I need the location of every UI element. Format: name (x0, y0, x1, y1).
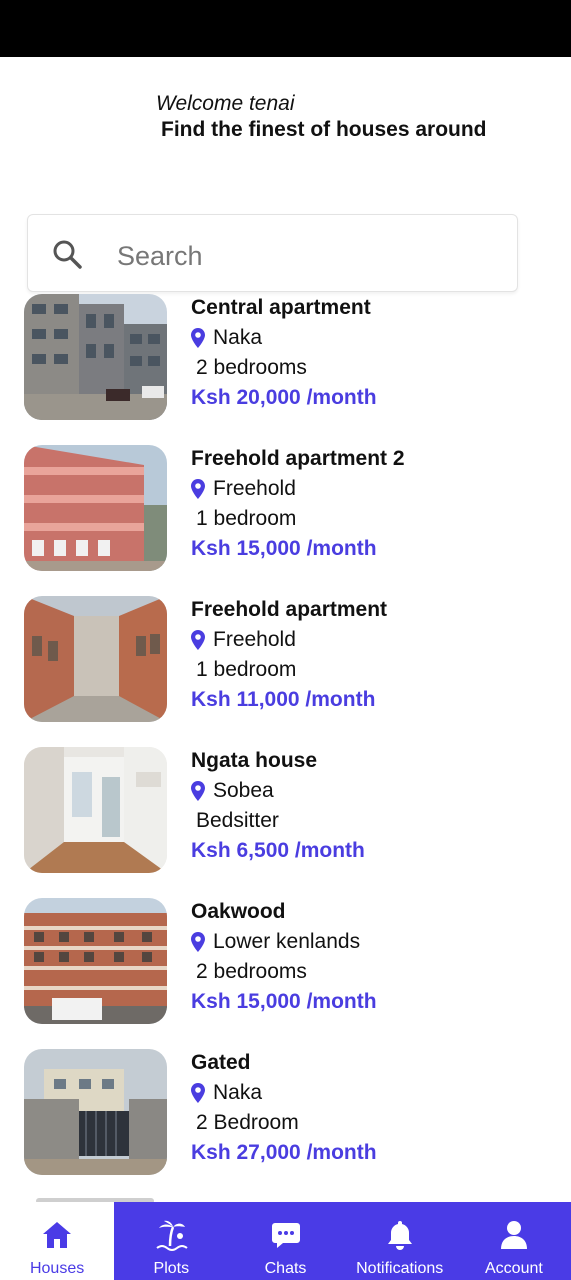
chat-icon (271, 1223, 300, 1248)
status-bar (0, 0, 571, 57)
search-icon (53, 240, 82, 269)
listing-photo[interactable] (24, 294, 167, 420)
listing-location: Freehold (191, 628, 296, 652)
listing-location-text: Sobea (213, 779, 274, 802)
location-pin-icon (191, 630, 205, 650)
listing-bedrooms: 2 Bedroom (196, 1111, 299, 1134)
listing-price: Ksh 6,500 /month (191, 839, 365, 862)
listing-price: Ksh 11,000 /month (191, 688, 376, 711)
listing-location-text: Naka (213, 1081, 263, 1104)
listing-title: Freehold apartment 2 (191, 447, 405, 470)
home-icon (43, 1222, 72, 1248)
listing-bedrooms: Bedsitter (196, 809, 279, 832)
nav-label: Chats (264, 1260, 307, 1277)
listing-price: Ksh 15,000 /month (191, 990, 377, 1013)
search-input[interactable] (117, 236, 497, 276)
listing-bedrooms: 2 bedrooms (196, 960, 307, 983)
location-pin-icon (191, 479, 205, 499)
listing-photo[interactable] (24, 1049, 167, 1175)
listing-location-text: Naka (213, 326, 263, 349)
listing-title: Ngata house (191, 749, 318, 772)
listing-title: Freehold apartment (191, 598, 388, 621)
nav-plots[interactable]: Plots (114, 1202, 228, 1280)
listing-price: Ksh 15,000 /month (191, 537, 377, 560)
bell-icon (387, 1221, 412, 1250)
listing-card[interactable]: Ngata house Sobea Bedsitter Ksh 6,500 /m… (0, 745, 571, 877)
nav-label: Account (485, 1260, 543, 1277)
nav-label: Houses (29, 1260, 85, 1277)
listing-location: Freehold (191, 477, 296, 501)
listing-location-text: Lower kenlands (213, 930, 361, 953)
listing-card[interactable]: Gated Naka 2 Bedroom Ksh 27,000 /month (0, 1047, 571, 1179)
location-pin-icon (191, 781, 205, 801)
location-pin-icon (191, 1083, 205, 1103)
listing-photo[interactable] (24, 747, 167, 873)
listing-location: Naka (191, 326, 262, 350)
listing-location: Lower kenlands (191, 930, 360, 954)
user-icon (500, 1221, 527, 1249)
listing-location: Sobea (191, 779, 274, 803)
location-pin-icon (191, 328, 205, 348)
listing-photo[interactable] (24, 596, 167, 722)
nav-account[interactable]: Account (457, 1202, 571, 1280)
listing-title: Oakwood (191, 900, 286, 923)
nav-notifications[interactable]: Notifications (343, 1202, 457, 1280)
listing-price: Ksh 20,000 /month (191, 386, 377, 409)
listing-card[interactable]: Central apartment Naka 2 bedrooms Ksh 20… (0, 292, 571, 424)
nav-houses[interactable]: Houses (0, 1202, 115, 1280)
welcome-text: Welcome tenai (156, 92, 295, 115)
listing-bedrooms: 2 bedrooms (196, 356, 307, 379)
listing-bedrooms: 1 bedroom (196, 507, 297, 530)
location-pin-icon (191, 932, 205, 952)
listing-location: Naka (191, 1081, 262, 1105)
listing-location-text: Freehold (213, 628, 296, 651)
bottom-navigation: Houses Plots Chats Notifications Account (0, 1202, 571, 1280)
listing-title: Central apartment (191, 296, 371, 319)
listing-card[interactable]: Freehold apartment 2 Freehold 1 bedroom … (0, 443, 571, 575)
listing-title: Gated (191, 1051, 251, 1074)
listing-card[interactable]: Oakwood Lower kenlands 2 bedrooms Ksh 15… (0, 896, 571, 1028)
listing-price: Ksh 27,000 /month (191, 1141, 377, 1164)
nav-chats[interactable]: Chats (228, 1202, 342, 1280)
listing-photo[interactable] (24, 445, 167, 571)
page-tagline: Find the finest of houses around (161, 118, 487, 141)
beach-icon (156, 1220, 188, 1251)
listing-photo[interactable] (24, 898, 167, 1024)
nav-label: Notifications (356, 1260, 444, 1277)
listing-bedrooms: 1 bedroom (196, 658, 297, 681)
listing-card[interactable]: Freehold apartment Freehold 1 bedroom Ks… (0, 594, 571, 726)
listing-location-text: Freehold (213, 477, 296, 500)
nav-label: Plots (153, 1260, 190, 1277)
